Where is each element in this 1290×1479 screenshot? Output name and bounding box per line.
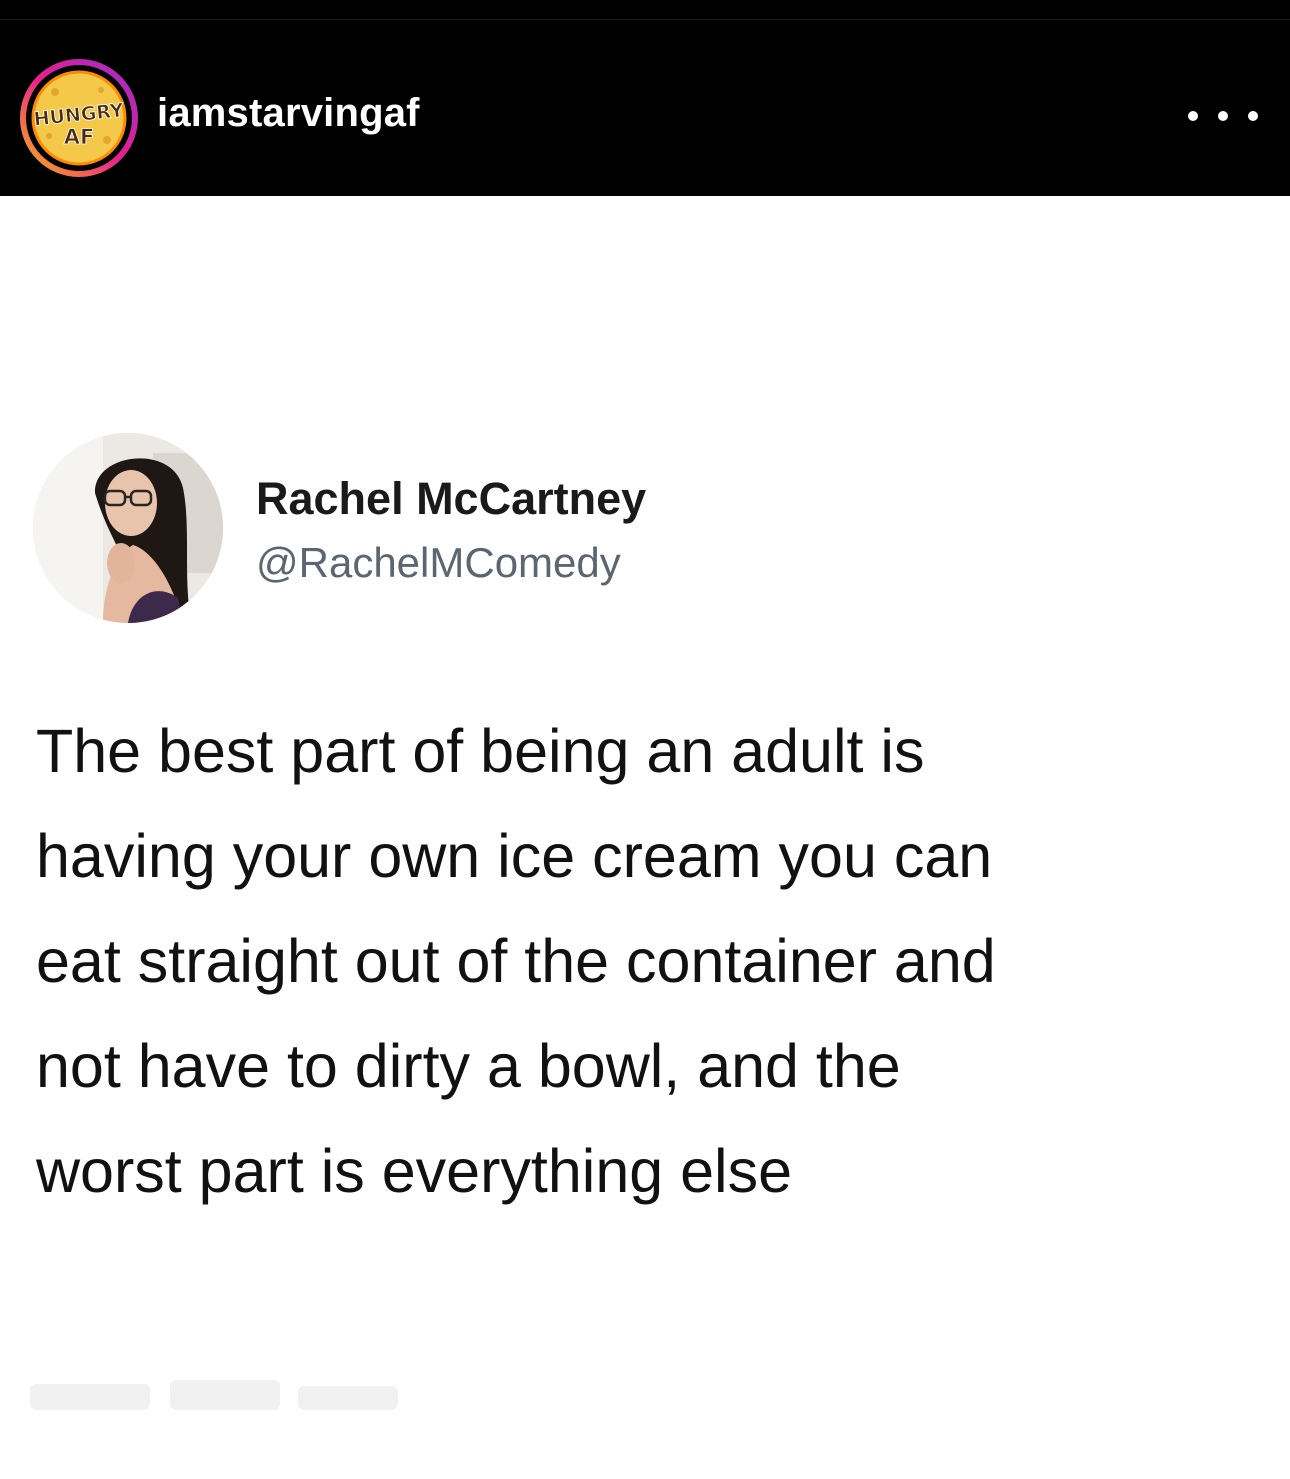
top-divider [0, 19, 1290, 20]
faded-watermark [30, 1374, 410, 1420]
account-username[interactable]: iamstarvingaf [157, 89, 420, 137]
logo-text-af: AF [64, 125, 95, 149]
hungry-af-logo-icon: HUNGRY AF [20, 59, 138, 177]
tweet-text-line: worst part is everything else [36, 1137, 793, 1205]
tweet-text-line: not have to dirty a bowl, and the [36, 1032, 901, 1100]
tweet-author-avatar [33, 433, 223, 623]
post-header: HUNGRY AF iamstarvingaf [0, 0, 1290, 196]
tweet-handle: @RachelMComedy [256, 539, 621, 586]
tweet-display-name: Rachel McCartney [256, 473, 647, 524]
tweet-text-line: having your own ice cream you can [36, 822, 993, 890]
ellipsis-icon [1218, 111, 1228, 121]
account-avatar[interactable]: HUNGRY AF [19, 58, 139, 178]
ellipsis-icon [1188, 111, 1198, 121]
ellipsis-icon [1248, 111, 1258, 121]
tweet-text-line: eat straight out of the container and [36, 927, 996, 995]
post-image[interactable]: Rachel McCartney @RachelMComedy The best… [0, 196, 1290, 1479]
instagram-post-screen: HUNGRY AF iamstarvingaf Rachel McCartney… [0, 0, 1290, 1479]
tweet-text-line: The best part of being an adult is [36, 717, 925, 785]
tweet-text: The best part of being an adult is havin… [36, 699, 1286, 1224]
more-options-button[interactable] [1188, 96, 1258, 136]
profile-photo-icon [33, 433, 223, 623]
